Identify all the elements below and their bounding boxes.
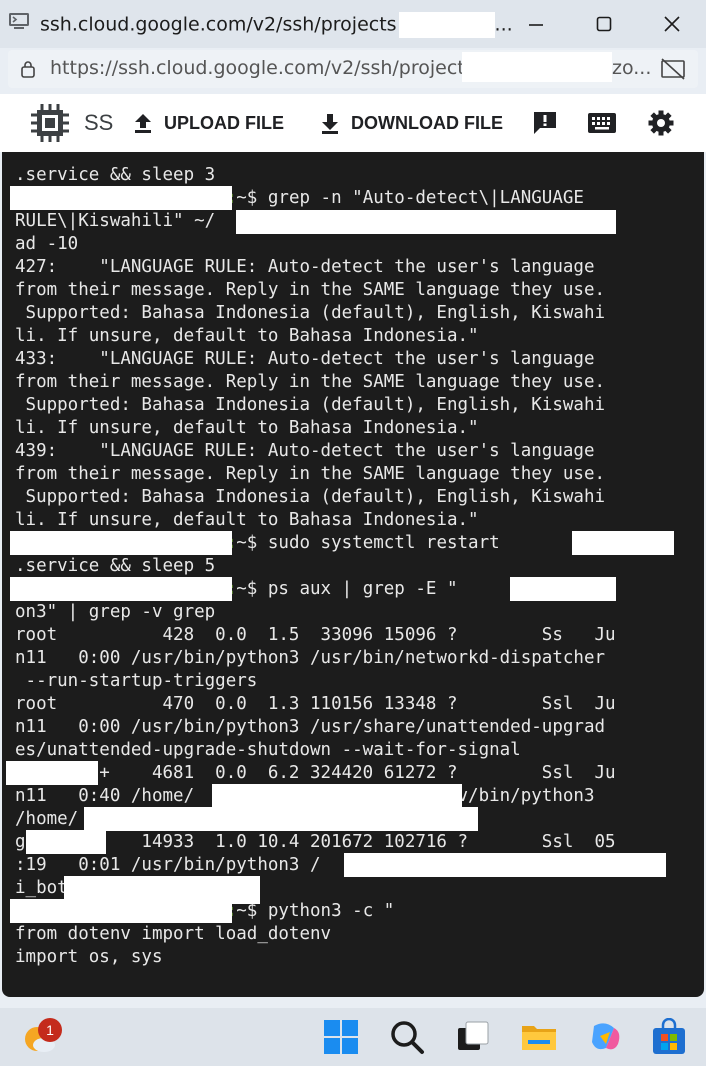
maximize-icon[interactable]	[588, 10, 620, 38]
terminal-line: .service && sleep 5	[15, 556, 216, 576]
terminal-line: 433: "LANGUAGE RULE: Auto-detect the use…	[15, 349, 595, 369]
terminal-line: li. If unsure, default to Bahasa Indones…	[15, 418, 479, 438]
taskbar	[0, 1008, 706, 1066]
window-title: ssh.cloud.google.com/v2/ssh/projects...	[40, 12, 513, 38]
terminal-line: li. If unsure, default to Bahasa Indones…	[15, 510, 479, 530]
terminal-line: + 4681 0.0 6.2 324420 61272 ? Ssl Ju	[15, 763, 616, 783]
redacted-block	[398, 12, 495, 38]
terminal-line: on3" | grep -v grep	[15, 602, 216, 622]
site-info-icon[interactable]	[20, 60, 36, 78]
download-file-button[interactable]: DOWNLOAD FILE	[319, 94, 503, 152]
redacted-block	[462, 52, 612, 82]
url-suffix[interactable]: zo...	[612, 57, 651, 79]
terminal-line: n11 0:00 /usr/bin/python3 /usr/bin/netwo…	[15, 648, 606, 668]
search-icon[interactable]	[388, 1018, 426, 1056]
upload-file-label: UPLOAD FILE	[164, 112, 284, 133]
minimize-icon[interactable]	[520, 10, 552, 38]
keyboard-button[interactable]	[587, 94, 617, 152]
terminal-line: .service && sleep 3	[15, 165, 216, 185]
upload-icon	[135, 114, 151, 133]
terminal-line: from dotenv import load_dotenv	[15, 924, 332, 944]
redacted-block	[26, 830, 106, 854]
notification-badge: 1	[38, 1018, 62, 1042]
redacted-block	[236, 210, 616, 234]
terminal-line: 427: "LANGUAGE RULE: Auto-detect the use…	[15, 257, 595, 277]
redacted-block	[10, 531, 232, 555]
terminal-line: Supported: Bahasa Indonesia (default), E…	[15, 395, 606, 415]
ssh-menu-button[interactable]: SS	[28, 94, 113, 152]
close-icon[interactable]	[656, 10, 688, 38]
terminal-line: root 470 0.0 1.3 110156 13348 ? Ssl Ju	[15, 694, 616, 714]
terminal-line: es/unattended-upgrade-shutdown --wait-fo…	[15, 740, 521, 760]
redacted-block	[6, 761, 98, 785]
app-icon	[9, 13, 29, 29]
terminal-line: --run-startup-triggers	[15, 671, 258, 691]
keyboard-icon	[588, 113, 616, 133]
redacted-block	[510, 577, 616, 601]
copilot-icon[interactable]	[586, 1018, 624, 1056]
terminal-line: 439: "LANGUAGE RULE: Auto-detect the use…	[15, 441, 595, 461]
terminal-line: root 428 0.0 1.5 33096 15096 ? Ss Ju	[15, 625, 616, 645]
terminal-line: ad -10	[15, 234, 79, 254]
no-reader-mode-icon[interactable]	[660, 57, 686, 81]
terminal-line: Supported: Bahasa Indonesia (default), E…	[15, 487, 606, 507]
download-icon	[322, 114, 338, 134]
redacted-block	[212, 784, 462, 808]
address-bar[interactable]: https://ssh.cloud.google.com/v2/ssh/proj…	[8, 50, 698, 88]
redacted-block	[572, 531, 674, 555]
terminal-line: n11 0:00 /usr/bin/python3 /usr/share/una…	[15, 717, 606, 737]
start-icon[interactable]	[322, 1018, 360, 1056]
download-file-label: DOWNLOAD FILE	[351, 112, 503, 133]
redacted-block	[10, 899, 232, 923]
redacted-block	[84, 807, 478, 831]
redacted-block	[10, 186, 232, 210]
file-explorer-icon[interactable]	[520, 1018, 558, 1056]
settings-button[interactable]	[647, 94, 675, 152]
feedback-button[interactable]	[531, 94, 559, 152]
terminal[interactable]: .service && sleep 3 at:~$ grep -n "Auto-…	[2, 152, 704, 997]
terminal-line: from their message. Reply in the SAME la…	[15, 464, 606, 484]
ssh-toolbar: SS UPLOAD FILE DOWNLOAD FILE	[0, 94, 706, 152]
task-view-icon[interactable]	[454, 1018, 492, 1056]
terminal-line: from their message. Reply in the SAME la…	[15, 372, 606, 392]
url-text[interactable]: https://ssh.cloud.google.com/v2/ssh/proj…	[50, 57, 475, 79]
terminal-line: li. If unsure, default to Bahasa Indones…	[15, 326, 479, 346]
ssh-label: SS	[84, 110, 114, 135]
feedback-icon	[534, 112, 556, 134]
chip-icon	[31, 104, 69, 142]
terminal-line: Supported: Bahasa Indonesia (default), E…	[15, 303, 606, 323]
store-icon[interactable]	[650, 1018, 688, 1056]
upload-file-button[interactable]: UPLOAD FILE	[132, 94, 284, 152]
redacted-block	[10, 577, 232, 601]
terminal-line: from their message. Reply in the SAME la…	[15, 280, 606, 300]
gear-icon	[648, 110, 674, 136]
command-text: ~$ sudo systemctl restart	[236, 533, 500, 553]
window-titlebar: ssh.cloud.google.com/v2/ssh/projects...	[0, 0, 706, 48]
terminal-line: import os, sys	[15, 947, 163, 967]
command-text: ~$ grep -n "Auto-detect\|LANGUAGE	[236, 188, 584, 208]
redacted-block	[344, 853, 666, 877]
command-text: ~$ python3 -c "	[236, 901, 395, 921]
